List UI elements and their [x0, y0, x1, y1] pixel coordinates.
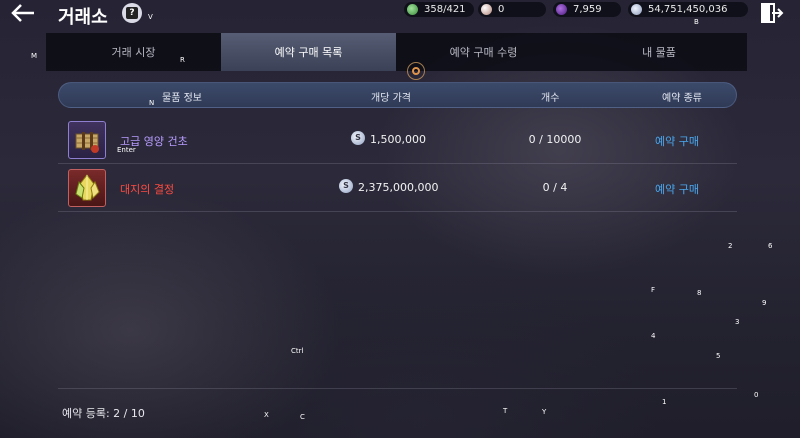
column-header-reservation-type: 예약 종류 — [662, 93, 702, 104]
hotkey-hint-x: X — [264, 411, 269, 419]
tab-reservation-list[interactable]: 예약 구매 목록 — [221, 33, 396, 71]
hotkey-hint-help: V — [148, 13, 153, 21]
exit-door-icon[interactable] — [760, 2, 784, 24]
item-quantity: 0 / 10000 — [528, 133, 582, 146]
tab-market[interactable]: 거래 시장 — [46, 33, 221, 71]
tab-reservation-receive-label: 예약 구매 수령 — [449, 46, 518, 59]
pearl-icon — [481, 4, 492, 15]
currency-silver: 54,751,450,036 — [628, 2, 748, 17]
hotkey-hint-9: 9 — [762, 299, 767, 307]
tab-my-items[interactable]: 내 물품 — [571, 33, 747, 71]
footer-divider — [58, 388, 737, 389]
item-price: 1,500,000 — [370, 133, 426, 146]
hotkey-hint-m: M — [31, 52, 38, 60]
reservation-type-link[interactable]: 예약 구매 — [655, 181, 699, 197]
item-quantity: 0 / 4 — [542, 181, 568, 194]
hotkey-hint-c: C — [300, 413, 305, 421]
tab-market-label: 거래 시장 — [111, 46, 156, 59]
hotkey-hint-8: 8 — [697, 289, 702, 297]
hotkey-hint-5: 5 — [716, 352, 721, 360]
earth-crystal-svg — [75, 174, 100, 201]
currency-pearl-value: 0 — [498, 4, 505, 15]
help-icon[interactable]: ? — [122, 3, 142, 23]
silver-coin-icon: S — [339, 179, 353, 193]
top-bar: 거래소 ? V 358/421 0 7,959 54,751,450,036 B — [0, 0, 800, 28]
silver-coin-icon: S — [351, 131, 365, 145]
hotkey-hint-ctrl: Ctrl — [291, 347, 304, 355]
currency-silver-value: 54,751,450,036 — [648, 4, 728, 15]
exit-door-svg — [761, 3, 784, 23]
column-header-item-info: 물품 정보 — [162, 93, 202, 104]
item-price: 2,375,000,000 — [358, 181, 439, 194]
hotkey-hint-1: 1 — [662, 398, 667, 406]
item-name: 고급 영양 건초 — [120, 135, 188, 148]
reservation-type-link[interactable]: 예약 구매 — [655, 133, 699, 149]
active-tab-marker-icon — [407, 62, 425, 80]
table-row[interactable]: Enter 고급 영양 건초 S 1,500,000 0 / 10000 예약 … — [58, 116, 737, 164]
tab-reservation-list-label: 예약 구매 목록 — [274, 46, 343, 59]
hotkey-hint-currency: B — [694, 18, 699, 26]
column-header-unit-price: 개당 가격 — [371, 93, 411, 104]
crystal-icon — [556, 4, 567, 15]
hotkey-hint-2: 2 — [728, 242, 733, 250]
currency-energy-value: 358/421 — [424, 4, 466, 15]
table-header: 물품 정보 개당 가격 개수 예약 종류 — [58, 82, 737, 108]
hotkey-hint-r: R — [180, 56, 185, 64]
hotkey-hint-3: 3 — [735, 318, 740, 326]
tab-bar: 거래 시장 예약 구매 목록 예약 구매 수령 내 물품 — [46, 33, 747, 71]
hotkey-hint-4: 4 — [651, 332, 656, 340]
energy-icon — [407, 4, 418, 15]
hay-bundle-svg — [75, 132, 99, 153]
tab-my-items-label: 내 물품 — [642, 46, 676, 59]
silver-icon — [631, 4, 642, 15]
currency-energy: 358/421 — [404, 2, 474, 17]
column-header-quantity: 개수 — [541, 93, 560, 104]
currency-crystal: 7,959 — [553, 2, 621, 17]
item-name: 대지의 결정 — [120, 183, 175, 196]
hotkey-hint-y: Y — [542, 408, 547, 416]
table-row[interactable]: 대지의 결정 S 2,375,000,000 0 / 4 예약 구매 — [58, 164, 737, 212]
earth-crystal-icon — [68, 169, 106, 207]
page-title: 거래소 — [58, 7, 108, 28]
currency-crystal-value: 7,959 — [573, 4, 602, 15]
currency-pearl: 0 — [478, 2, 546, 17]
reservation-count: 예약 등록: 2 / 10 — [62, 407, 145, 420]
hotkey-hint-n: N — [149, 99, 155, 107]
hotkey-hint-t: T — [503, 407, 508, 415]
help-icon-glyph: ? — [126, 7, 138, 19]
hotkey-hint-f: F — [651, 286, 656, 294]
hay-bundle-icon — [68, 121, 106, 159]
hotkey-hint-6: 6 — [768, 242, 773, 250]
back-arrow-icon[interactable] — [10, 2, 40, 26]
hotkey-hint-0: 0 — [754, 391, 759, 399]
back-arrow-svg — [11, 4, 34, 22]
